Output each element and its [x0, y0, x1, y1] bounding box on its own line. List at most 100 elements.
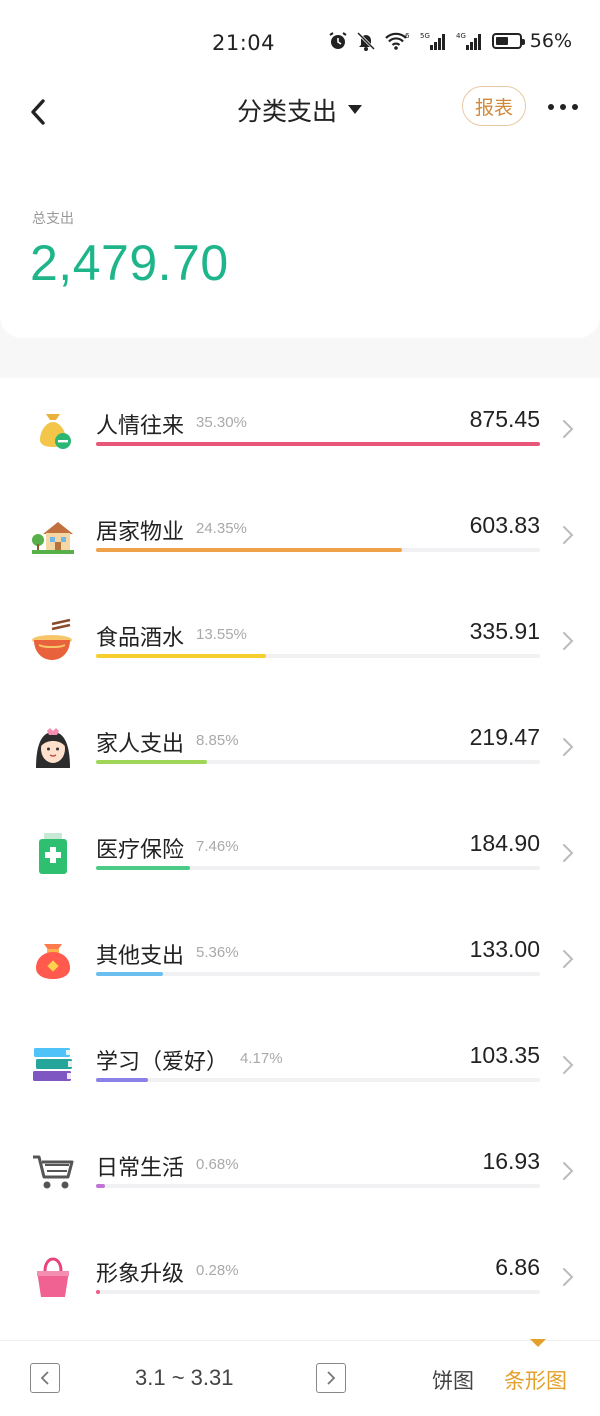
- category-bar-track: [96, 1290, 540, 1294]
- chevron-right-icon: [563, 526, 574, 544]
- more-dots-icon: [548, 104, 578, 110]
- category-bar: [96, 866, 190, 870]
- status-time: 21:04: [212, 31, 276, 55]
- chevron-right-icon: [563, 844, 574, 862]
- category-bar: [96, 1184, 105, 1188]
- chevron-right-icon: [327, 1371, 336, 1385]
- alarm-icon: [329, 32, 347, 49]
- category-amount: 133.00: [469, 936, 540, 962]
- category-name: 日常生活: [96, 1156, 185, 1181]
- books-icon: [30, 1042, 76, 1088]
- category-name: 医疗保险: [96, 838, 185, 863]
- chevron-right-icon: [563, 632, 574, 650]
- signal-5g-icon: 5G: [420, 32, 445, 50]
- total-expense-label: 总支出: [32, 211, 74, 227]
- category-row[interactable]: 人情往来 35.30% 875.45: [0, 378, 600, 484]
- category-bar-track: [96, 1184, 540, 1188]
- chevron-right-icon: [563, 950, 574, 968]
- tab-pie-chart[interactable]: 饼图: [432, 1365, 474, 1395]
- category-percent: 0.28%: [196, 1262, 239, 1279]
- chevron-right-icon: [563, 1268, 574, 1286]
- active-tab-indicator: [530, 1339, 546, 1347]
- category-amount: 219.47: [469, 724, 540, 750]
- category-percent: 24.35%: [196, 520, 247, 537]
- category-amount: 6.86: [495, 1254, 540, 1280]
- category-bar: [96, 760, 207, 764]
- status-bar: 21:04 6 5G 4G 56%: [0, 0, 600, 88]
- tab-bar-chart[interactable]: 条形图: [504, 1365, 567, 1395]
- signal-5g-label: 5G: [420, 32, 430, 40]
- date-range[interactable]: 3.1 ~ 3.31: [135, 1365, 233, 1391]
- chevron-right-icon: [563, 420, 574, 438]
- category-percent: 13.55%: [196, 626, 247, 643]
- category-amount: 335.91: [469, 618, 540, 644]
- category-bar-track: [96, 972, 540, 976]
- category-amount: 603.83: [469, 512, 540, 538]
- category-percent: 8.85%: [196, 732, 239, 749]
- money-bag-icon: [30, 406, 76, 452]
- next-period-button[interactable]: [316, 1363, 346, 1393]
- category-bar-track: [96, 442, 540, 446]
- signal-4g-icon: 4G: [456, 32, 481, 50]
- category-row[interactable]: 其他支出 5.36% 133.00: [0, 908, 600, 1014]
- category-amount: 103.35: [469, 1042, 540, 1068]
- handbag-icon: [30, 1254, 76, 1300]
- category-bar-track: [96, 866, 540, 870]
- category-bar: [96, 442, 540, 446]
- house-icon: [30, 512, 76, 558]
- more-button[interactable]: [546, 90, 580, 124]
- chevron-right-icon: [563, 1056, 574, 1074]
- category-row[interactable]: 医疗保险 7.46% 184.90: [0, 802, 600, 908]
- wifi-6-icon: 6: [384, 32, 410, 50]
- battery-icon: [491, 33, 525, 49]
- category-bar: [96, 654, 266, 658]
- category-row[interactable]: 居家物业 24.35% 603.83: [0, 484, 600, 590]
- category-row[interactable]: 食品酒水 13.55% 335.91: [0, 590, 600, 696]
- category-name: 学习（爱好）: [96, 1050, 229, 1075]
- total-expense-amount: 2,479.70: [30, 235, 229, 291]
- category-percent: 7.46%: [196, 838, 239, 855]
- category-bar: [96, 1290, 100, 1294]
- noodle-bowl-icon: [30, 618, 76, 664]
- report-button[interactable]: 报表: [462, 86, 526, 126]
- bell-off-icon: [356, 31, 375, 51]
- category-row[interactable]: 家人支出 8.85% 219.47: [0, 696, 600, 802]
- caret-down-icon: [348, 105, 362, 114]
- category-name: 家人支出: [96, 732, 185, 757]
- category-bar-track: [96, 548, 540, 552]
- category-percent: 5.36%: [196, 944, 239, 961]
- status-icons: 6 5G 4G 56%: [328, 30, 572, 52]
- category-name: 食品酒水: [96, 626, 185, 651]
- category-bar: [96, 548, 402, 552]
- category-list: 人情往来 35.30% 875.45 居家物业 24.35% 603.83 食品酒水 13.5…: [0, 378, 600, 1340]
- red-pouch-icon: [30, 936, 76, 982]
- medicine-bottle-icon: [30, 830, 76, 876]
- category-percent: 0.68%: [196, 1156, 239, 1173]
- prev-period-button[interactable]: [30, 1363, 60, 1393]
- shopping-cart-icon: [30, 1148, 76, 1194]
- category-row[interactable]: 形象升级 0.28% 6.86: [0, 1226, 600, 1332]
- category-row[interactable]: 日常生活 0.68% 16.93: [0, 1120, 600, 1226]
- category-name: 居家物业: [96, 520, 185, 545]
- family-girl-icon: [30, 724, 76, 770]
- chevron-right-icon: [563, 738, 574, 756]
- category-amount: 875.45: [469, 406, 540, 432]
- bottom-bar: 3.1 ~ 3.31 饼图 条形图: [0, 1339, 600, 1416]
- category-amount: 184.90: [469, 830, 540, 856]
- header: 分类支出 报表: [0, 86, 600, 148]
- category-amount: 16.93: [482, 1148, 540, 1174]
- battery-percent: 56%: [529, 30, 572, 52]
- wifi-6-label: 6: [405, 32, 410, 40]
- category-percent: 4.17%: [240, 1050, 283, 1067]
- category-bar-track: [96, 654, 540, 658]
- category-row[interactable]: 学习（爱好） 4.17% 103.35: [0, 1014, 600, 1120]
- category-bar-track: [96, 760, 540, 764]
- signal-4g-label: 4G: [456, 32, 466, 40]
- category-name: 其他支出: [96, 944, 185, 969]
- category-bar-track: [96, 1078, 540, 1082]
- category-percent: 35.30%: [196, 414, 247, 431]
- chevron-right-icon: [563, 1162, 574, 1180]
- category-name: 形象升级: [96, 1262, 185, 1287]
- page-title: 分类支出: [236, 97, 337, 126]
- chevron-left-icon: [40, 1371, 49, 1385]
